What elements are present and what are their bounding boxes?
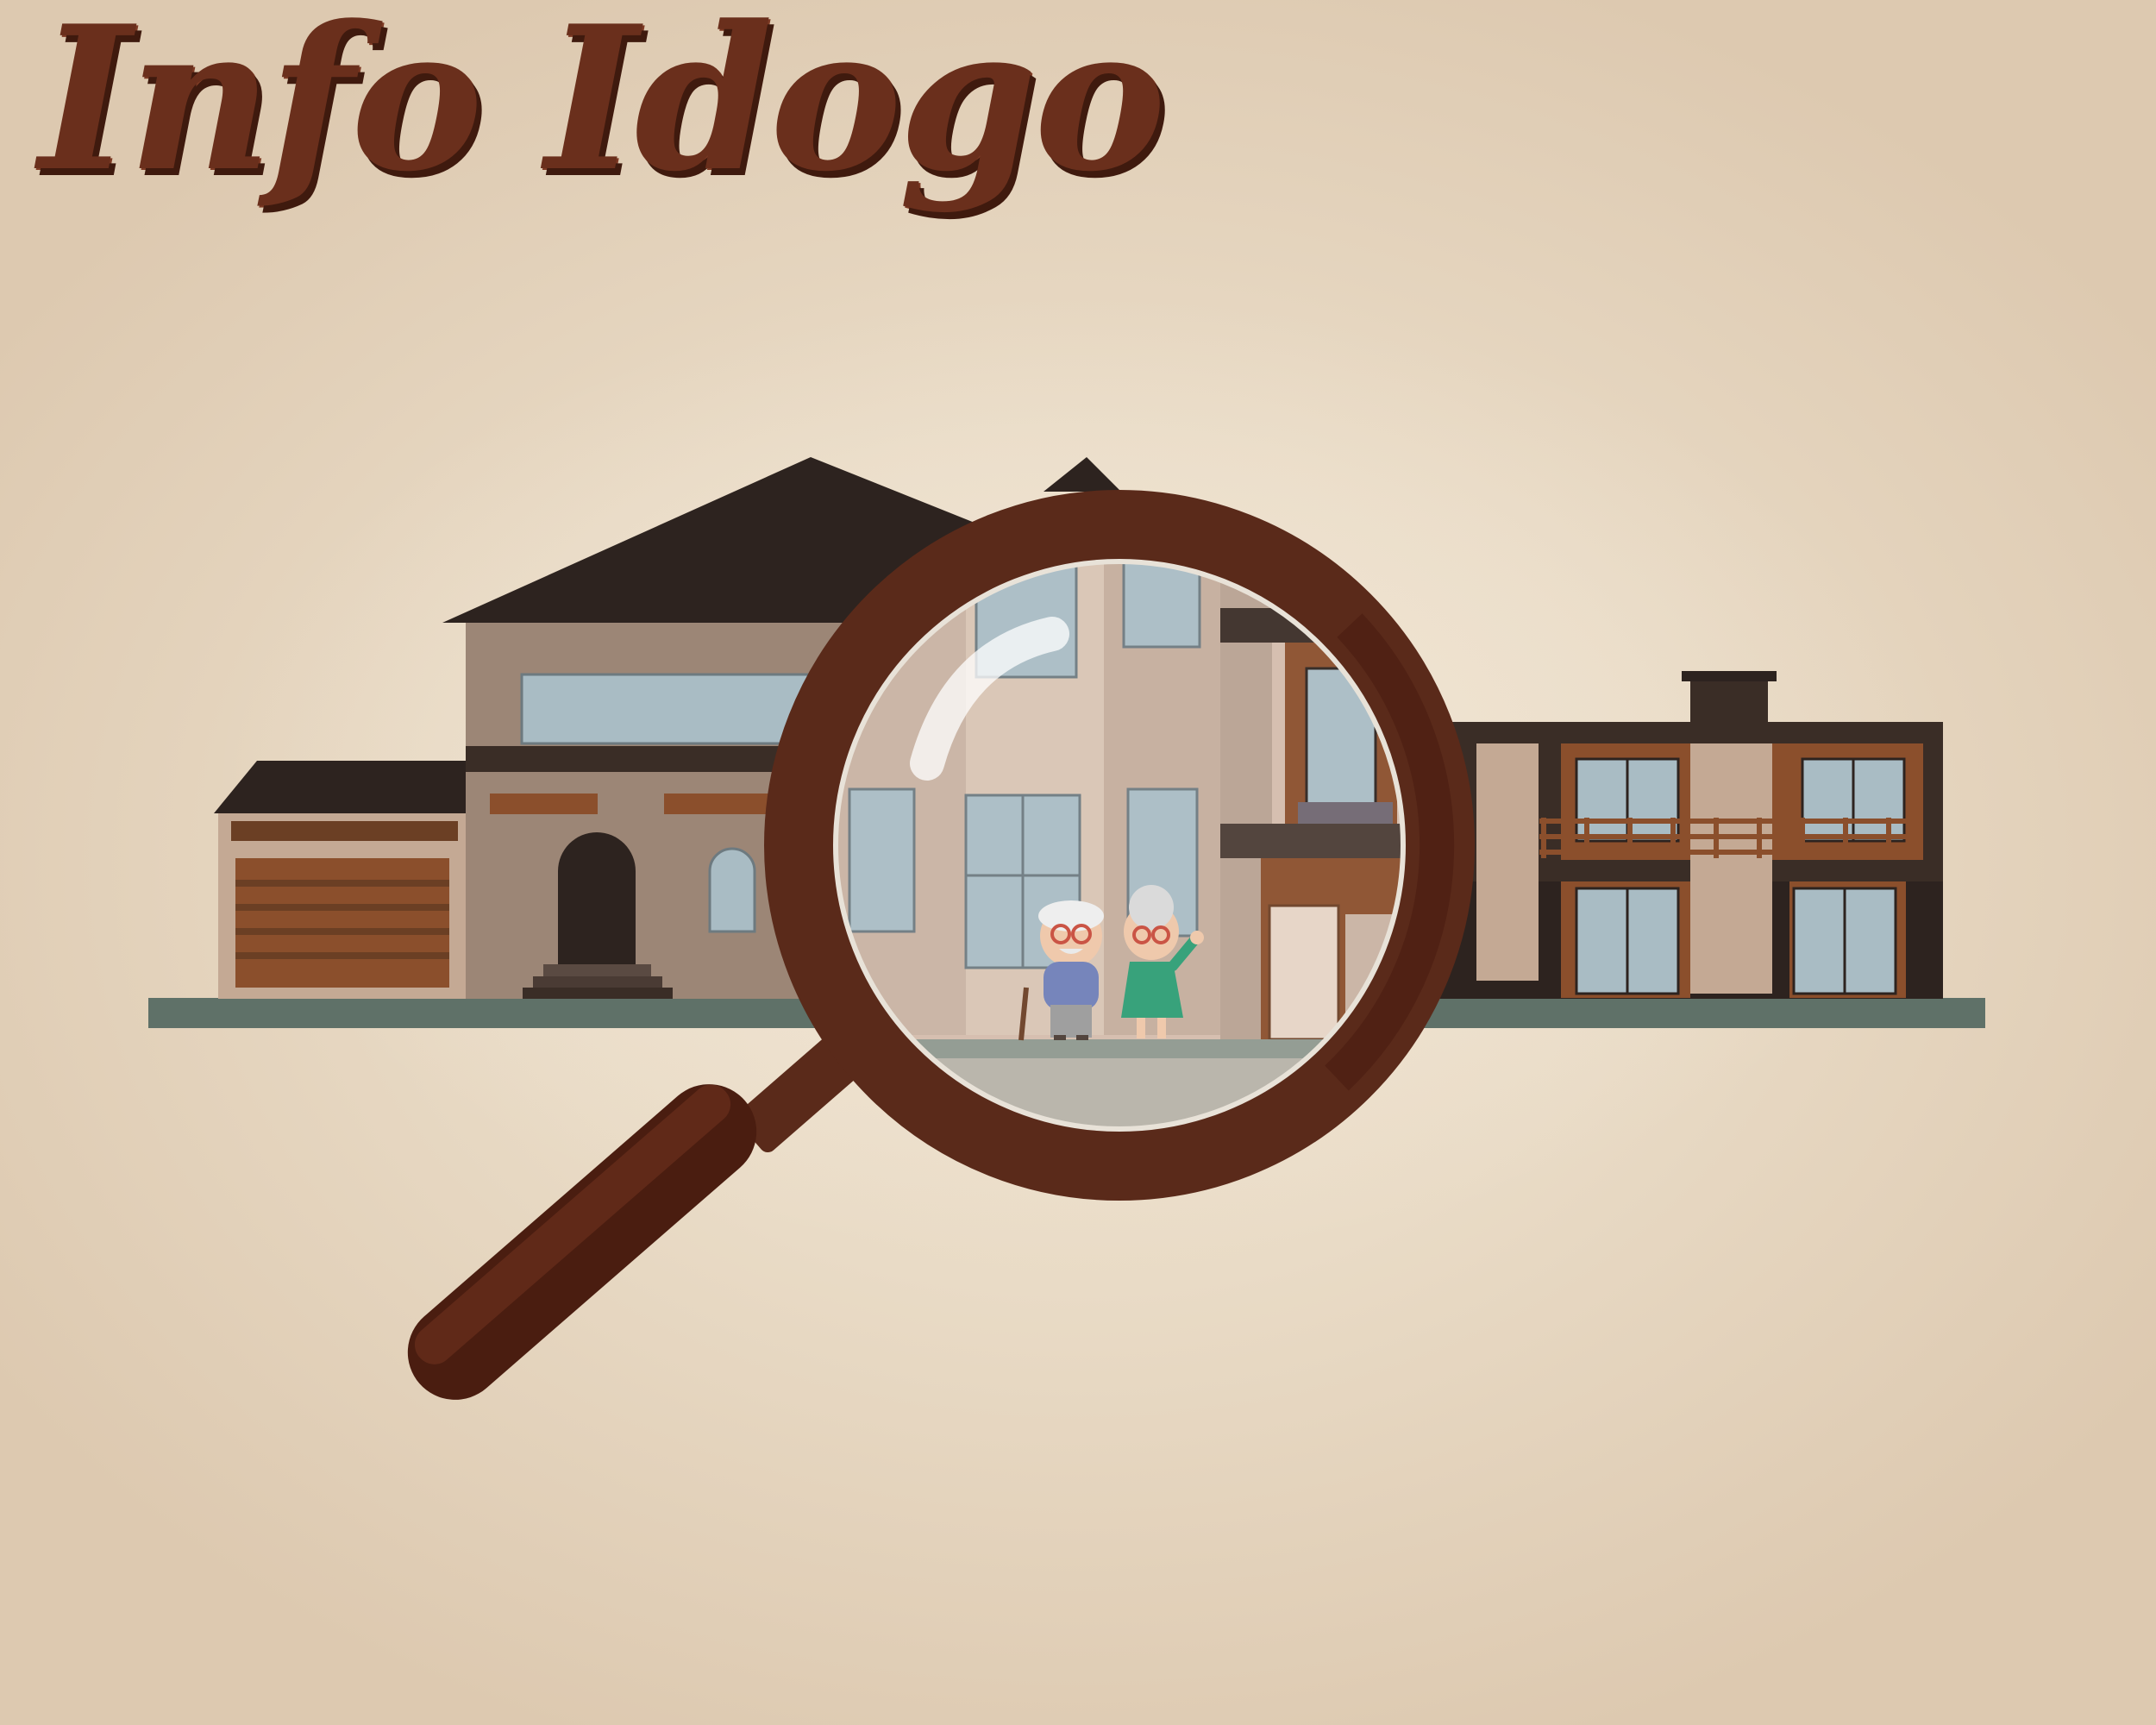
front-door (558, 832, 636, 964)
lens-glass (831, 557, 1407, 1133)
side-panel (1476, 743, 1539, 981)
lintel-left (490, 794, 598, 814)
steps (523, 988, 673, 999)
illustration (148, 293, 1985, 1400)
garage-door (235, 858, 449, 988)
garage-beam (231, 821, 458, 841)
chimney (1690, 677, 1768, 722)
garage-roof (214, 761, 470, 813)
arched-window (708, 847, 756, 933)
lintel-right (664, 794, 772, 814)
